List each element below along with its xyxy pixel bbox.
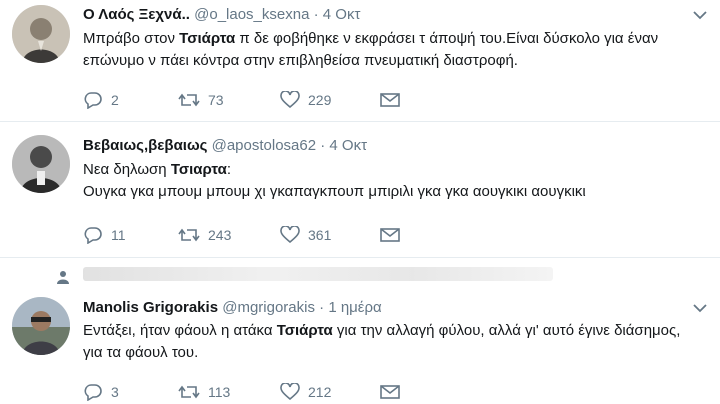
retweet-count: 243 <box>208 227 232 243</box>
reply-count: 11 <box>111 227 126 243</box>
tweet[interactable]: Manolis Grigorakis @mgrigorakis · 1 ημέρ… <box>0 258 720 404</box>
user-handle[interactable]: @apostolosa62 <box>212 137 316 154</box>
reply-icon <box>84 227 102 244</box>
tweet-header: Βεβαιως,βεβαιως @apostolosa62 · 4 Οκτ <box>83 137 367 154</box>
avatar[interactable] <box>12 135 70 193</box>
display-name[interactable]: Manolis Grigorakis <box>83 299 218 316</box>
avatar[interactable] <box>12 297 70 355</box>
tweet-feed: Ο Λαός Ξεχνά.. @o_laos_ksexna · 4 Οκτ Μπ… <box>0 0 720 404</box>
separator-dot: · <box>319 299 325 316</box>
retweet-count: 73 <box>208 92 224 108</box>
tweet-actions: 2 73 229 <box>83 89 483 111</box>
timestamp[interactable]: 4 Οκτ <box>329 137 367 154</box>
timestamp[interactable]: 4 Οκτ <box>323 6 361 23</box>
tweet-text: Νεα δηλωση Τσιαρτα: Ουγκα γκα μπουμ μπου… <box>83 159 683 203</box>
tweet-text-part: Μπράβο στον <box>83 30 180 47</box>
chevron-down-icon[interactable] <box>692 303 708 313</box>
retweet-button[interactable]: 243 <box>178 224 231 246</box>
direct-message-button[interactable] <box>380 224 400 246</box>
separator-dot: · <box>320 137 326 154</box>
envelope-icon <box>380 93 400 107</box>
timestamp[interactable]: 1 ημέρα <box>328 299 381 316</box>
reply-icon <box>84 384 102 401</box>
tweet[interactable]: Ο Λαός Ξεχνά.. @o_laos_ksexna · 4 Οκτ Μπ… <box>0 0 720 122</box>
tweet[interactable]: Βεβαιως,βεβαιως @apostolosa62 · 4 Οκτ Νε… <box>0 122 720 258</box>
retweet-icon <box>178 228 200 242</box>
direct-message-button[interactable] <box>380 89 400 111</box>
tweet-text-part: Νεα δηλωση <box>83 161 171 178</box>
user-handle[interactable]: @mgrigorakis <box>222 299 315 316</box>
heart-icon <box>280 383 300 401</box>
heart-icon <box>280 226 300 244</box>
blurred-context-line <box>83 267 553 281</box>
tweet-text-line: Ουγκα γκα μπουμ μπουμ χι γκαπαγκπουπ μπι… <box>83 183 586 200</box>
reply-button[interactable]: 3 <box>83 381 119 403</box>
retweet-button[interactable]: 73 <box>178 89 224 111</box>
reply-count: 3 <box>111 384 119 400</box>
tweet-text-part: Εντάξει, ήταν φάουλ η ατάκα <box>83 322 277 339</box>
reply-count: 2 <box>111 92 119 108</box>
like-count: 361 <box>308 227 332 243</box>
separator-dot: · <box>313 6 319 23</box>
like-button[interactable]: 212 <box>280 381 331 403</box>
envelope-icon <box>380 385 400 399</box>
chevron-down-icon[interactable] <box>692 10 708 20</box>
tweet-actions: 3 113 212 <box>83 381 483 403</box>
heart-icon <box>280 91 300 109</box>
tweet-text-part: : <box>226 161 232 178</box>
tweet-text-bold: Τσιάρτα <box>179 30 236 47</box>
reply-icon <box>84 92 102 109</box>
tweet-header: Manolis Grigorakis @mgrigorakis · 1 ημέρ… <box>83 299 382 316</box>
tweet-text: Εντάξει, ήταν φάουλ η ατάκα Τσιάρτα για … <box>83 320 683 364</box>
tweet-header: Ο Λαός Ξεχνά.. @o_laos_ksexna · 4 Οκτ <box>83 6 360 23</box>
tweet-text-line: Νεα δηλωση Τσιαρτα: <box>83 159 683 181</box>
avatar[interactable] <box>12 5 70 63</box>
reply-button[interactable]: 11 <box>83 224 126 246</box>
like-count: 229 <box>308 92 332 108</box>
user-handle[interactable]: @o_laos_ksexna <box>194 6 309 23</box>
reply-button[interactable]: 2 <box>83 89 119 111</box>
direct-message-button[interactable] <box>380 381 400 403</box>
display-name[interactable]: Βεβαιως,βεβαιως <box>83 137 207 154</box>
like-count: 212 <box>308 384 332 400</box>
display-name[interactable]: Ο Λαός Ξεχνά.. <box>83 6 190 23</box>
retweet-button[interactable]: 113 <box>178 381 230 403</box>
like-button[interactable]: 361 <box>280 224 331 246</box>
retweet-icon <box>178 93 200 107</box>
tweet-text-bold: Τσιαρτα <box>170 161 227 178</box>
envelope-icon <box>380 228 400 242</box>
tweet-actions: 11 243 361 <box>83 224 483 246</box>
like-button[interactable]: 229 <box>280 89 331 111</box>
retweet-count: 113 <box>208 384 231 400</box>
tweet-text-bold: Τσιάρτα <box>276 322 333 339</box>
tweet-text: Μπράβο στον Τσιάρτα π δε φοβήθηκε ν εκφρ… <box>83 28 683 72</box>
retweet-icon <box>178 385 200 399</box>
person-icon <box>57 271 69 284</box>
